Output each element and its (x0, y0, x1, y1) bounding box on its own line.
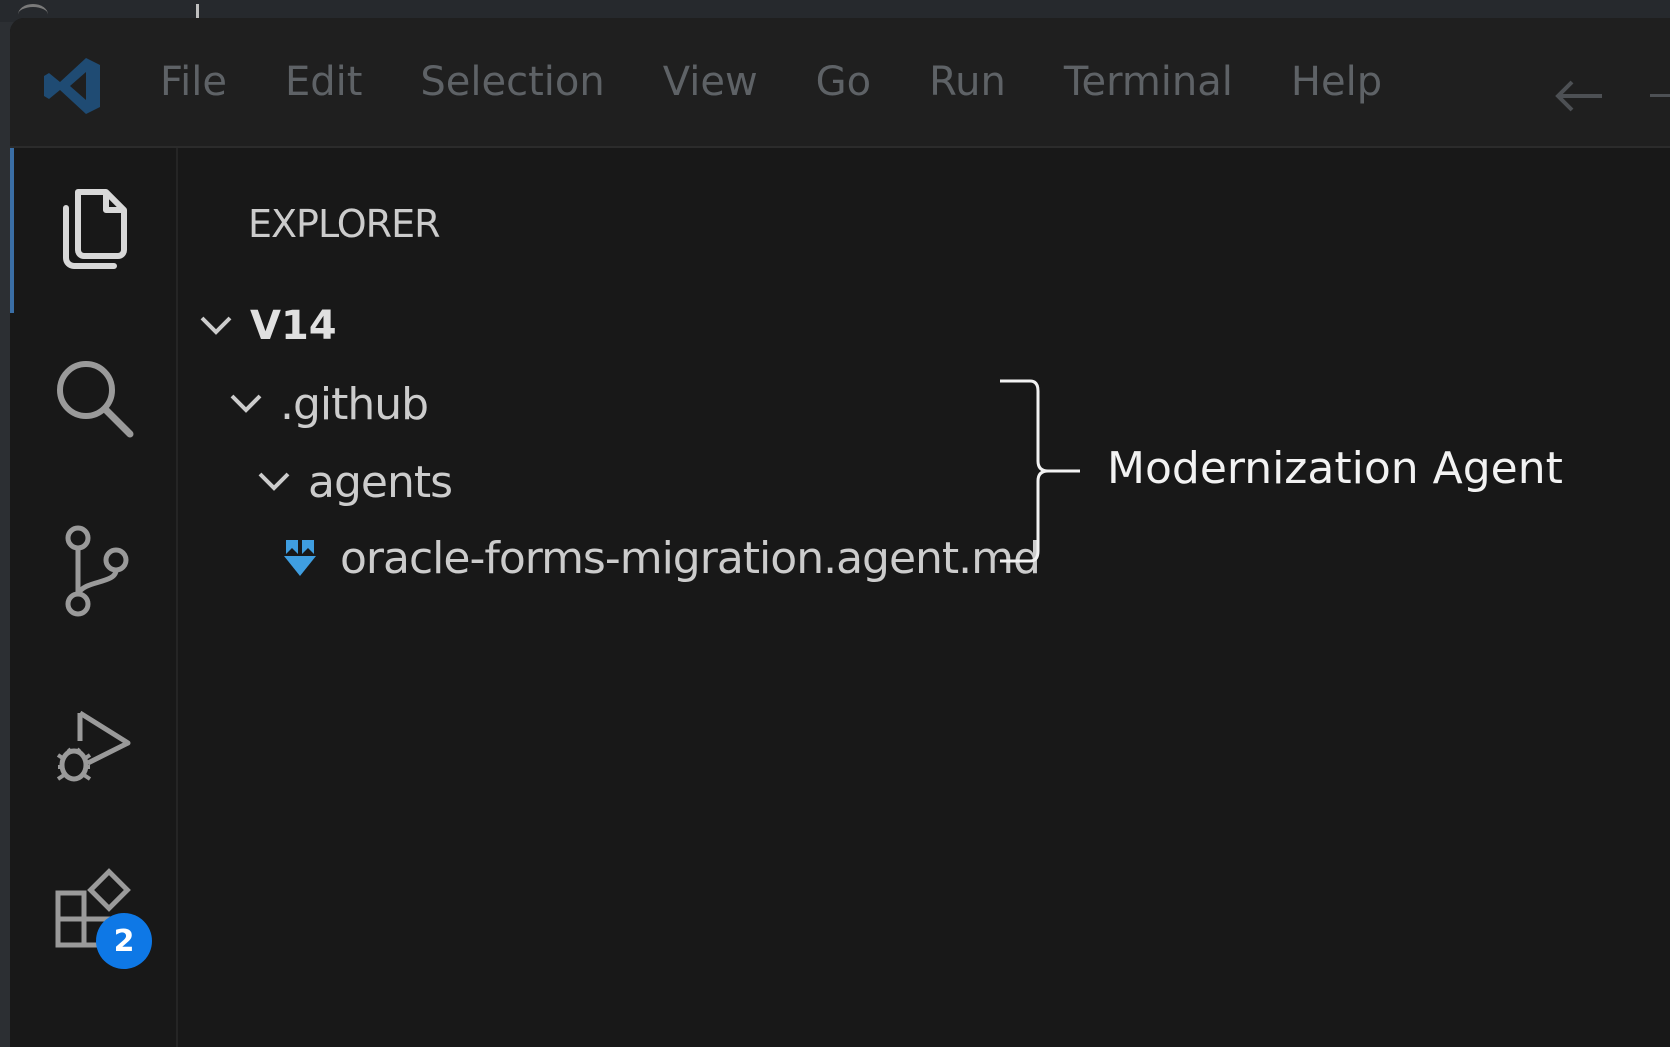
chevron-down-icon (230, 394, 262, 413)
menu-bar: File Edit Selection View Go Run Terminal… (160, 18, 1440, 146)
menu-selection[interactable]: Selection (420, 62, 604, 102)
tree-folder-agents[interactable]: agents (254, 452, 453, 512)
menu-file[interactable]: File (160, 62, 227, 102)
vscode-logo-icon[interactable] (40, 54, 104, 118)
extensions-update-badge: 2 (96, 913, 152, 969)
menu-terminal[interactable]: Terminal (1064, 62, 1233, 102)
tree-folder-agents-label: agents (308, 456, 453, 508)
forward-arrow-icon[interactable] (1650, 94, 1670, 97)
menu-edit[interactable]: Edit (285, 62, 362, 102)
chevron-down-icon (258, 472, 290, 491)
divider-tick (196, 4, 199, 18)
tree-file-agent-md[interactable]: oracle-forms-migration.agent.md (278, 528, 1041, 588)
annotation-brace (1000, 379, 1080, 563)
menu-go[interactable]: Go (816, 62, 871, 102)
tree-file-label: oracle-forms-migration.agent.md (340, 532, 1041, 584)
explorer-sidebar: EXPLORER V14 .github agents oracle-forms… (178, 148, 1670, 1047)
tree-root-v14[interactable]: V14 (196, 296, 337, 356)
tree-root-label: V14 (250, 303, 337, 349)
back-arrow-icon[interactable] (1550, 76, 1610, 116)
markdown-file-icon (284, 540, 316, 576)
title-bar: File Edit Selection View Go Run Terminal… (10, 18, 1670, 148)
menu-view[interactable]: View (663, 62, 758, 102)
menu-run[interactable]: Run (929, 62, 1006, 102)
annotation-label: Modernization Agent (1107, 443, 1563, 494)
tree-folder-github[interactable]: .github (226, 374, 429, 434)
tree-folder-github-label: .github (280, 378, 429, 430)
vscode-window: File Edit Selection View Go Run Terminal… (10, 18, 1670, 1047)
menu-help[interactable]: Help (1291, 62, 1382, 102)
active-view-indicator (10, 148, 14, 313)
source-control-icon[interactable] (44, 518, 144, 618)
run-debug-icon[interactable] (44, 693, 144, 793)
chevron-down-icon (200, 316, 232, 335)
explorer-icon[interactable] (44, 178, 144, 278)
search-icon[interactable] (44, 348, 144, 448)
activity-bar: 2 (10, 148, 178, 1047)
explorer-title: EXPLORER (248, 202, 440, 246)
